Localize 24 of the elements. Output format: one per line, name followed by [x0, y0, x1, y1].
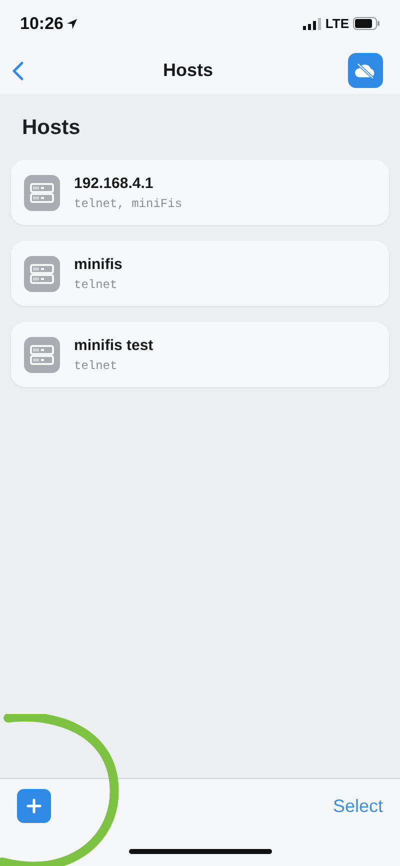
host-row[interactable]: minifis test telnet — [11, 322, 389, 387]
plus-icon — [26, 798, 42, 814]
nav-title: Hosts — [162, 60, 213, 81]
clock: 10:26 — [20, 14, 64, 34]
battery-icon — [353, 17, 380, 30]
host-protocols: telnet — [74, 358, 118, 372]
server-icon — [24, 256, 60, 292]
cloud-off-icon — [354, 62, 376, 78]
host-protocols: telnet, miniFis — [74, 196, 182, 210]
host-name: minifis — [74, 256, 122, 272]
host-name: minifis test — [74, 336, 154, 354]
host-protocols: telnet — [74, 278, 118, 292]
host-name: 192.168.4.1 — [74, 174, 154, 192]
network-label: LTE — [325, 16, 349, 31]
cloud-off-button[interactable] — [348, 53, 383, 88]
add-button[interactable] — [17, 789, 51, 823]
location-arrow-icon — [66, 18, 78, 30]
host-row[interactable]: 192.168.4.1 telnet, miniFis — [11, 160, 389, 225]
server-icon — [24, 174, 60, 210]
page-heading: Hosts — [22, 116, 82, 140]
host-row[interactable]: minifis telnet — [11, 241, 389, 306]
server-icon — [24, 336, 60, 372]
signal-icon — [303, 18, 322, 30]
back-chevron-icon — [12, 60, 24, 80]
